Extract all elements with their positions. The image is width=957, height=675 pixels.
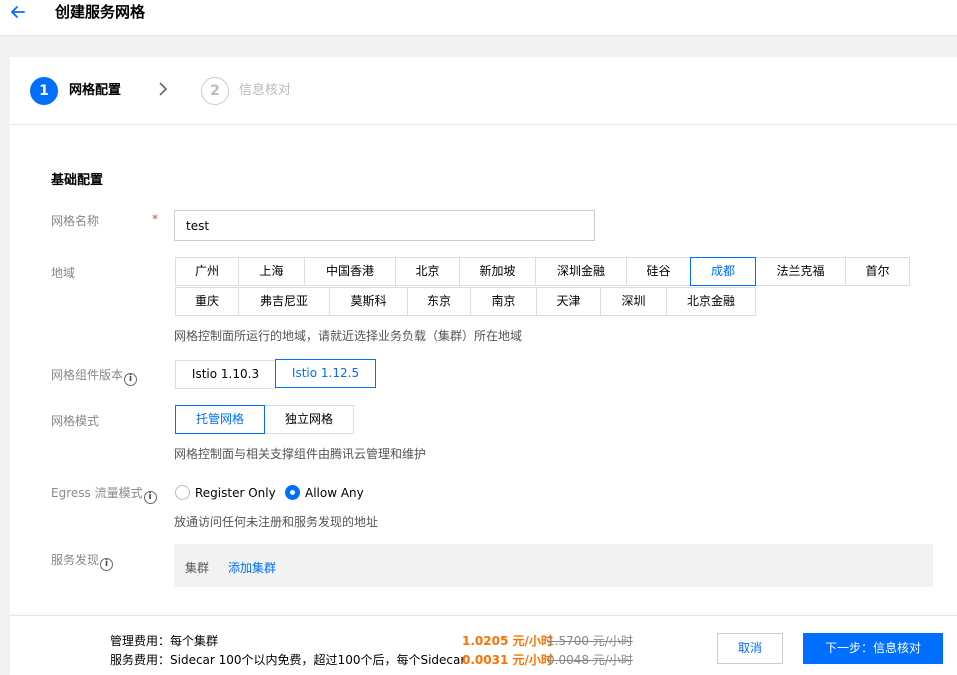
chevron-right-icon — [159, 82, 168, 96]
svc-fee-original-price: 0.0048 元/小时 — [547, 653, 633, 667]
mode-option[interactable]: 独立网格 — [264, 405, 354, 434]
mode-option-selected[interactable]: 托管网格 — [175, 405, 265, 434]
egress-label-text: Egress 流量模式 — [51, 486, 143, 500]
region-option[interactable]: 北京 — [395, 257, 460, 286]
mgmt-fee-original-price: 1.5700 元/小时 — [547, 634, 633, 648]
region-option[interactable]: 法兰克福 — [755, 257, 846, 286]
step-1-label: 网格配置 — [69, 83, 122, 98]
mode-hint: 网格控制面与相关支撑组件由腾讯云管理和维护 — [174, 447, 427, 461]
mgmt-fee-label: 管理费用：每个集群 — [110, 634, 219, 648]
info-icon[interactable]: i — [124, 373, 138, 386]
region-option[interactable]: 深圳金融 — [535, 257, 627, 286]
cluster-label: 集群 — [185, 561, 210, 575]
discovery-label-text: 服务发现 — [51, 553, 100, 567]
egress-hint: 放通访问任何未注册和服务发现的地址 — [174, 515, 379, 529]
radio-checked-icon — [285, 485, 300, 500]
region-option[interactable]: 南京 — [470, 287, 537, 316]
step-1-number: 1 — [30, 77, 58, 105]
region-option[interactable]: 北京金融 — [666, 287, 756, 316]
region-option[interactable]: 新加坡 — [459, 257, 536, 286]
cancel-button[interactable]: 取消 — [717, 633, 783, 664]
info-icon[interactable]: i — [100, 558, 114, 571]
radio-label: Register Only — [195, 486, 276, 500]
region-option[interactable]: 莫斯科 — [329, 287, 408, 316]
region-hint: 网格控制面所运行的地域，请就近选择业务负载（集群）所在地域 — [174, 329, 523, 343]
region-option[interactable]: 重庆 — [175, 287, 239, 316]
footer-bar: 管理费用：每个集群 1.0205 元/小时 1.5700 元/小时 服务费用：S… — [10, 615, 957, 675]
region-option[interactable]: 首尔 — [845, 257, 910, 286]
egress-radio-register-only[interactable]: Register Only — [175, 484, 276, 502]
mesh-name-input[interactable] — [174, 210, 595, 241]
step-2-number: 2 — [201, 77, 229, 105]
cluster-panel: 集群 添加集群 — [174, 544, 933, 587]
region-option[interactable]: 上海 — [238, 257, 305, 286]
top-bar: 创建服务网格 — [0, 0, 957, 36]
info-icon[interactable]: i — [143, 491, 157, 504]
version-label: 网格组件版本 i — [51, 366, 138, 386]
form-card: 1 网格配置 2 信息核对 基础配置 网格名称 * 地域 广州 上海 中国香港 … — [10, 57, 957, 675]
add-cluster-link[interactable]: 添加集群 — [228, 559, 276, 576]
discovery-label: 服务发现 i — [51, 551, 114, 571]
radio-label: Allow Any — [305, 486, 364, 500]
version-option[interactable]: Istio 1.10.3 — [175, 360, 276, 389]
svc-fee-label: 服务费用：Sidecar 100个以内免费，超过100个后，每个Sidecar — [110, 653, 466, 667]
region-label: 地域 — [51, 266, 76, 280]
section-title: 基础配置 — [51, 173, 104, 188]
step-2-label: 信息核对 — [239, 83, 292, 98]
region-option[interactable]: 深圳 — [600, 287, 667, 316]
egress-label: Egress 流量模式 i — [51, 484, 157, 504]
version-option-selected[interactable]: Istio 1.12.5 — [275, 359, 376, 388]
egress-radio-allow-any[interactable]: Allow Any — [285, 484, 364, 502]
mode-label: 网格模式 — [51, 414, 100, 428]
stepper: 1 网格配置 2 信息核对 — [10, 57, 957, 125]
arrow-left-icon[interactable] — [8, 2, 28, 22]
radio-unchecked-icon — [175, 485, 190, 500]
page-title: 创建服务网格 — [55, 3, 146, 21]
region-option[interactable]: 广州 — [175, 257, 239, 286]
region-option[interactable]: 硅谷 — [626, 257, 691, 286]
required-mark: * — [152, 212, 158, 226]
region-option[interactable]: 弗吉尼亚 — [238, 287, 330, 316]
region-option-selected[interactable]: 成都 — [690, 257, 756, 286]
svc-fee-price: 0.0031 元/小时 — [462, 653, 553, 667]
region-option[interactable]: 天津 — [536, 287, 601, 316]
next-step-button[interactable]: 下一步：信息核对 — [803, 633, 943, 664]
version-label-text: 网格组件版本 — [51, 368, 124, 382]
region-option[interactable]: 东京 — [407, 287, 471, 316]
region-option[interactable]: 中国香港 — [304, 257, 396, 286]
mgmt-fee-price: 1.0205 元/小时 — [462, 634, 553, 648]
mesh-name-label: 网格名称 — [51, 214, 100, 228]
